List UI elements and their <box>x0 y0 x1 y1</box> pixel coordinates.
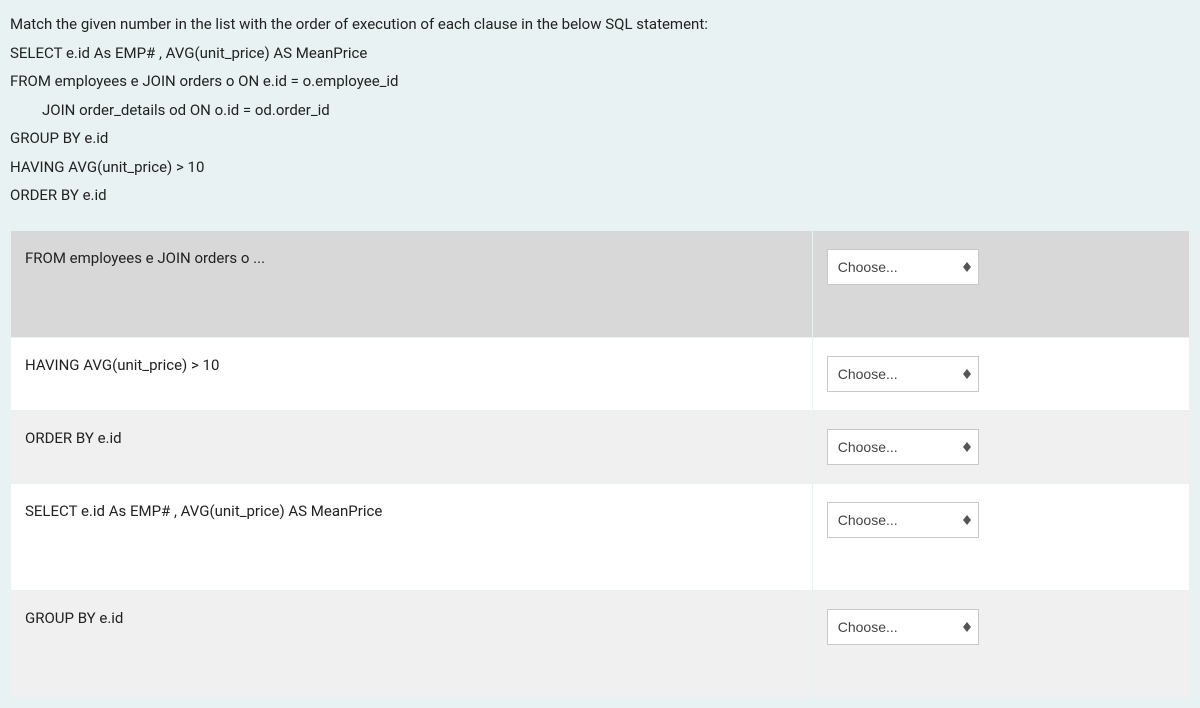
select-wrap: Choose... <box>827 429 979 465</box>
select-wrap: Choose... <box>827 249 979 285</box>
table-row: HAVING AVG(unit_price) > 10 Choose... <box>11 337 1190 410</box>
sql-line-4: GROUP BY e.id <box>10 124 1190 153</box>
matching-table: FROM employees e JOIN orders o ... Choose… <box>10 230 1190 698</box>
select-wrap: Choose... <box>827 356 979 392</box>
clause-label: SELECT e.id As EMP# , AVG(unit_price) AS… <box>11 483 813 590</box>
clause-label: GROUP BY e.id <box>11 590 813 697</box>
answer-cell: Choose... <box>812 410 1189 483</box>
table-row: ORDER BY e.id Choose... <box>11 410 1190 483</box>
sql-line-5: HAVING AVG(unit_price) > 10 <box>10 153 1190 182</box>
question-text: Match the given number in the list with … <box>10 10 1190 210</box>
clause-label: ORDER BY e.id <box>11 410 813 483</box>
table-row: SELECT e.id As EMP# , AVG(unit_price) AS… <box>11 483 1190 590</box>
order-select[interactable]: Choose... <box>827 249 979 285</box>
answer-cell: Choose... <box>812 483 1189 590</box>
select-wrap: Choose... <box>827 609 979 645</box>
clause-label: FROM employees e JOIN orders o ... <box>11 230 813 337</box>
sql-line-6: ORDER BY e.id <box>10 181 1190 210</box>
answer-cell: Choose... <box>812 337 1189 410</box>
sql-line-1: SELECT e.id As EMP# , AVG(unit_price) AS… <box>10 39 1190 68</box>
order-select[interactable]: Choose... <box>827 356 979 392</box>
sql-line-3: JOIN order_details od ON o.id = od.order… <box>10 96 1190 125</box>
sql-line-2: FROM employees e JOIN orders o ON e.id =… <box>10 67 1190 96</box>
order-select[interactable]: Choose... <box>827 429 979 465</box>
answer-cell: Choose... <box>812 230 1189 337</box>
table-row: FROM employees e JOIN orders o ... Choose… <box>11 230 1190 337</box>
question-intro: Match the given number in the list with … <box>10 10 1190 39</box>
answer-cell: Choose... <box>812 590 1189 697</box>
select-wrap: Choose... <box>827 502 979 538</box>
clause-label: HAVING AVG(unit_price) > 10 <box>11 337 813 410</box>
order-select[interactable]: Choose... <box>827 502 979 538</box>
order-select[interactable]: Choose... <box>827 609 979 645</box>
table-row: GROUP BY e.id Choose... <box>11 590 1190 697</box>
